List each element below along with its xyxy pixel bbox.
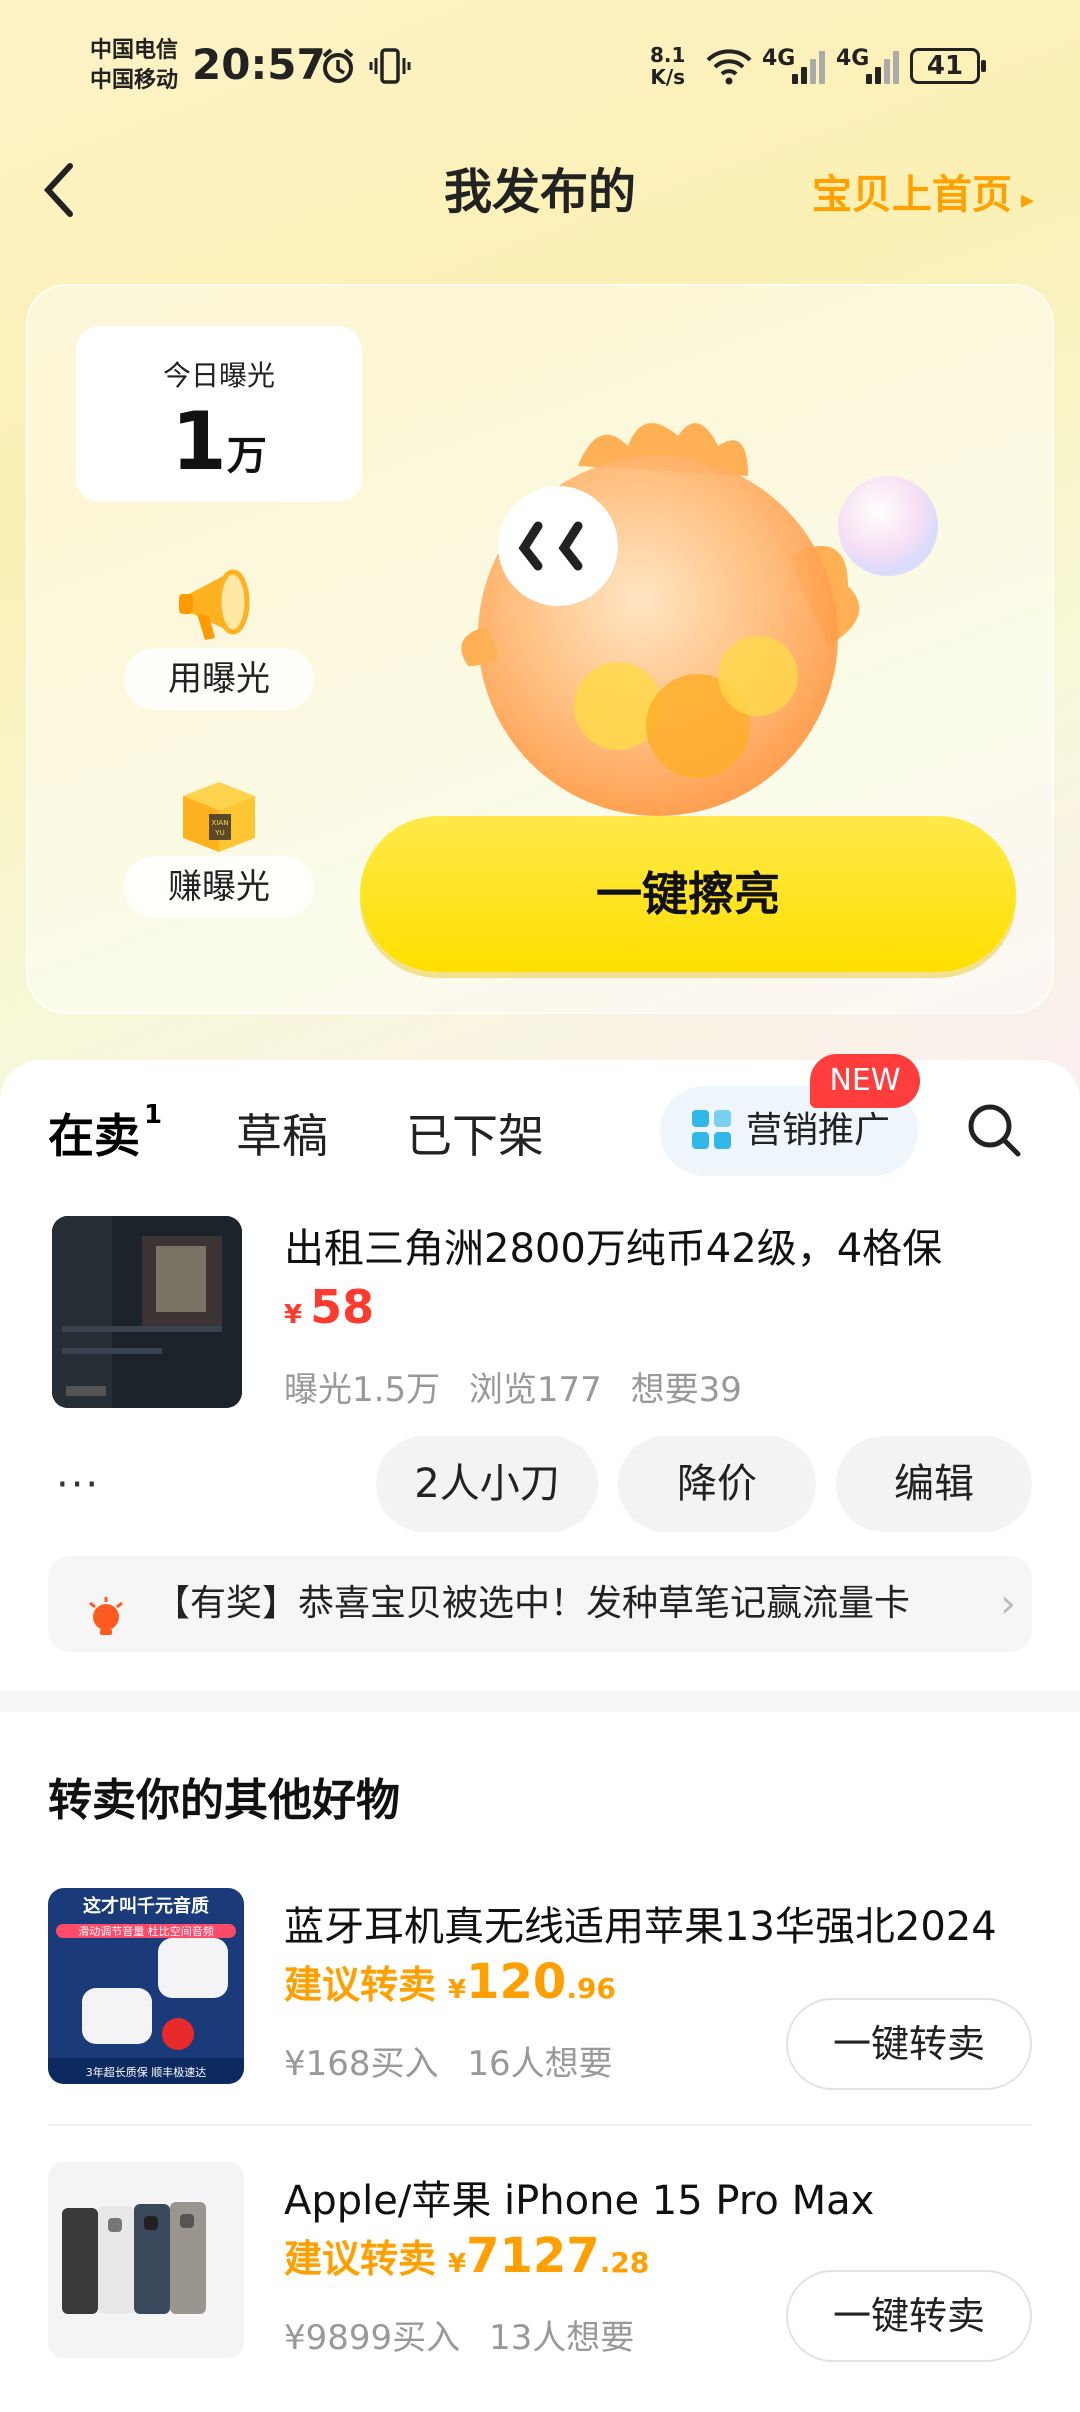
tab-on-sale-count: 1 <box>144 1100 163 1130</box>
vibrate-icon <box>368 46 412 95</box>
status-bar: 中国电信 中国移动 20:57 8.1 K/s 4G 4G 41 <box>0 0 1080 140</box>
rec-price-dec: .28 <box>599 2246 650 2279</box>
carrier-1: 中国电信 <box>90 38 179 63</box>
exposure-card: 今日曝光 1万 用曝光 XIAN YU 赚曝光 一键擦亮 <box>26 284 1054 1014</box>
earn-exposure-label: 赚曝光 <box>124 856 314 918</box>
listing-currency: ¥ <box>284 1300 303 1330</box>
battery-icon: 41 <box>910 48 986 84</box>
box-icon: XIAN YU <box>169 762 269 862</box>
rec-suggest-label: 建议转卖 <box>284 1963 437 2007</box>
net-speed: 8.1 K/s <box>650 44 685 88</box>
rec-item-meta: ¥9899买入 13人想要 <box>284 2318 635 2358</box>
carrier-2: 中国移动 <box>90 68 179 93</box>
network-label-2: 4G <box>836 46 870 71</box>
earn-exposure-button[interactable]: XIAN YU 赚曝光 <box>124 762 314 918</box>
net-speed-unit: K/s <box>650 65 686 89</box>
rec-suggested-price: 建议转卖 ¥120.96 <box>284 1954 616 2010</box>
rec-price-int: 7127 <box>466 2228 600 2284</box>
chevron-right-icon: › <box>1000 1581 1016 1627</box>
home-link-button[interactable]: 宝贝上首页 ▸ <box>812 162 1034 220</box>
thumb-banner-text: 这才叫千元音质 <box>83 1895 209 1917</box>
new-badge: NEW <box>810 1054 920 1108</box>
listing-price-value: 58 <box>310 1280 375 1334</box>
more-options-button[interactable]: ··· <box>56 1462 100 1508</box>
listing-title[interactable]: 出租三角洲2800万纯币42级，4格保 <box>284 1216 942 1274</box>
box-text-bottom: YU <box>214 829 224 837</box>
rec-item-title[interactable]: Apple/苹果 iPhone 15 Pro Max <box>284 2168 874 2226</box>
listing-stats: 曝光1.5万 浏览177 想要39 <box>284 1370 742 1410</box>
megaphone-icon <box>169 554 269 654</box>
tab-on-sale[interactable]: 在卖 1 <box>48 1100 163 1166</box>
lightbulb-icon <box>88 1582 124 1635</box>
clock: 20:57 <box>192 40 326 89</box>
exposure-number: 1 <box>171 395 227 488</box>
tab-draft[interactable]: 草稿 <box>236 1100 328 1166</box>
reward-notice-banner[interactable]: 【有奖】恭喜宝贝被选中！发种草笔记赢流量卡 › <box>48 1556 1032 1652</box>
use-exposure-button[interactable]: 用曝光 <box>124 554 314 710</box>
tab-marketing-label: 营销推广 <box>746 1110 891 1151</box>
chevron-right-icon: ▸ <box>1011 185 1034 215</box>
resell-section-title: 转卖你的其他好物 <box>48 1775 400 1826</box>
exposure-unit: 万 <box>226 433 267 479</box>
home-link-label: 宝贝上首页 <box>811 172 1012 218</box>
signal-icon-1 <box>792 48 828 84</box>
one-click-shine-button[interactable]: 一键擦亮 <box>360 816 1016 972</box>
rec-currency: ¥ <box>448 2249 467 2279</box>
signal-icon-2 <box>866 48 902 84</box>
today-exposure-box: 今日曝光 1万 <box>76 326 362 502</box>
rec-currency: ¥ <box>448 1975 467 2005</box>
resell-button[interactable]: 一键转卖 <box>786 2270 1032 2362</box>
rec-price-int: 120 <box>466 1954 567 2010</box>
rec-suggested-price: 建议转卖 ¥7127.28 <box>284 2228 649 2284</box>
use-exposure-label: 用曝光 <box>124 648 314 710</box>
search-icon[interactable] <box>964 1100 1024 1160</box>
resell-button[interactable]: 一键转卖 <box>786 1998 1032 2090</box>
bargain-button[interactable]: 2人小刀 <box>376 1436 598 1532</box>
tab-removed[interactable]: 已下架 <box>406 1100 544 1166</box>
alarm-icon <box>318 46 358 95</box>
iphone-thumbnail[interactable] <box>48 2162 244 2358</box>
section-divider <box>0 1690 1080 1712</box>
rec-price-dec: .96 <box>566 1972 616 2005</box>
rec-suggest-label: 建议转卖 <box>284 2237 437 2281</box>
reduce-price-button[interactable]: 降价 <box>618 1436 816 1532</box>
earbuds-thumbnail[interactable]: 这才叫千元音质 滑动调节音量 杜比空间音频 3年超长质保 顺丰极速达 <box>48 1888 244 2084</box>
today-exposure-value: 1万 <box>76 400 362 498</box>
row-separator <box>48 2124 1032 2126</box>
rec-item-title[interactable]: 蓝牙耳机真无线适用苹果13华强北2024 <box>284 1894 997 1952</box>
reward-notice-text: 【有奖】恭喜宝贝被选中！发种草笔记赢流量卡 <box>154 1583 911 1624</box>
today-exposure-label: 今日曝光 <box>162 359 275 392</box>
tab-on-sale-label: 在卖 <box>48 1109 140 1163</box>
fish-mascot-illustration <box>428 406 948 866</box>
thumb-feature-text: 滑动调节音量 杜比空间音频 <box>78 1924 214 1938</box>
network-label-1: 4G <box>762 46 796 71</box>
listing-thumbnail[interactable] <box>52 1216 242 1408</box>
grid-icon <box>692 1110 732 1150</box>
rec-item-meta: ¥168买入 16人想要 <box>284 2044 613 2084</box>
wifi-icon <box>704 46 754 95</box>
net-speed-value: 8.1 <box>650 43 686 67</box>
edit-button[interactable]: 编辑 <box>836 1436 1032 1532</box>
box-text-top: XIAN <box>212 819 229 827</box>
carrier-labels: 中国电信 中国移动 <box>90 36 178 96</box>
listing-price: ¥58 <box>284 1280 374 1334</box>
thumb-footer-text: 3年超长质保 顺丰极速达 <box>86 2065 207 2079</box>
